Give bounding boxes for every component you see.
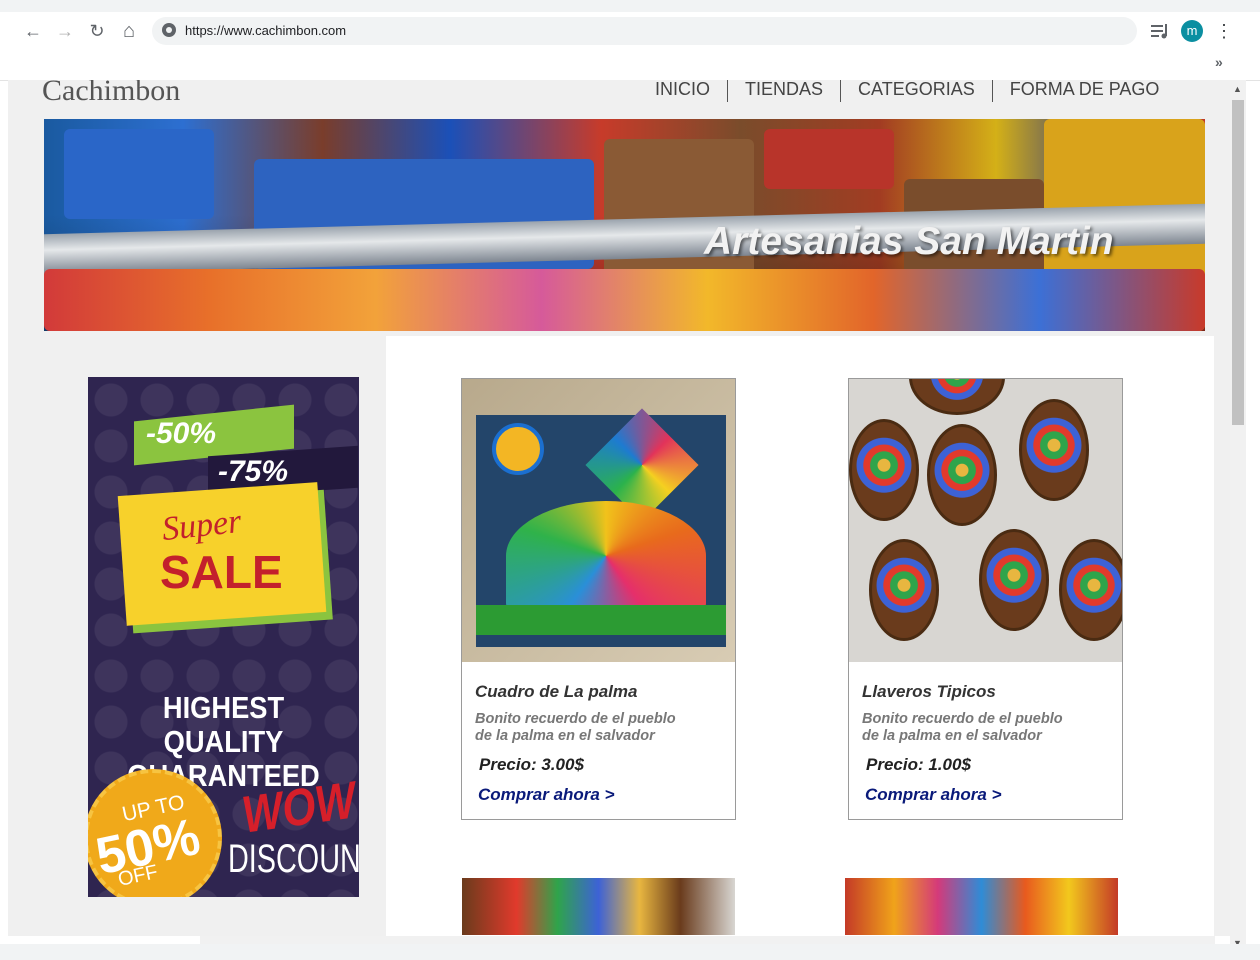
nav-item-inicio[interactable]: INICIO: [638, 80, 729, 102]
product-description: Bonito recuerdo de el pueblo de la palma…: [862, 711, 1063, 744]
product-price: Precio: 1.00$: [866, 755, 971, 774]
scrollbar-thumb[interactable]: [1232, 100, 1244, 425]
nav-item-forma-de-pago[interactable]: FORMA DE PAGO: [993, 80, 1177, 102]
buy-now-link[interactable]: Comprar ahora >: [478, 785, 615, 805]
nav-item-categorias[interactable]: CATEGORIAS: [841, 80, 993, 102]
hero-banner: Artesanias San Martin: [44, 119, 1205, 331]
product-card[interactable]: Cuadro de La palma Bonito recuerdo de el…: [461, 378, 736, 820]
forward-icon[interactable]: →: [52, 18, 78, 44]
ad-discount-text: DISCOUNT: [228, 837, 359, 881]
media-playlist-icon[interactable]: [1149, 20, 1171, 42]
browser-toolbar: ← → ↻ ⌂ https://www.cachimbon.com m ⋮ »: [0, 0, 1260, 81]
product-name[interactable]: Cuadro de La palma: [475, 682, 637, 702]
site-info-icon[interactable]: [162, 23, 176, 37]
product-price: Precio: 3.00$: [479, 755, 584, 774]
window-bottom-edge: [0, 944, 1260, 960]
product-card[interactable]: Llaveros Tipicos Bonito recuerdo de el p…: [848, 378, 1123, 820]
product-image[interactable]: [849, 379, 1122, 662]
site-logo[interactable]: Cachimbon: [42, 80, 180, 108]
browser-menu-icon[interactable]: ⋮: [1215, 20, 1233, 42]
product-grid: Cuadro de La palma Bonito recuerdo de el…: [386, 336, 1214, 936]
tab-strip: [0, 0, 1260, 12]
web-page: Cachimbon INICIO TIENDAS CATEGORIAS FORM…: [8, 80, 1230, 936]
ad-discount-50: -50%: [146, 417, 217, 450]
product-image-partial[interactable]: [845, 878, 1118, 935]
url-text[interactable]: https://www.cachimbon.com: [185, 23, 346, 38]
product-image[interactable]: [462, 379, 735, 662]
back-icon[interactable]: ←: [20, 18, 46, 44]
profile-avatar[interactable]: m: [1181, 20, 1203, 42]
product-image-partial[interactable]: [462, 878, 735, 935]
bookmarks-overflow-icon[interactable]: »: [1215, 54, 1231, 70]
reload-icon[interactable]: ↻: [84, 18, 110, 44]
buy-now-link[interactable]: Comprar ahora >: [865, 785, 1002, 805]
horizontal-scrollbar[interactable]: [200, 936, 1215, 944]
home-icon[interactable]: ⌂: [116, 18, 142, 44]
product-name[interactable]: Llaveros Tipicos: [862, 682, 996, 702]
sale-ad-banner[interactable]: -50% -75% Super SALE HIGHEST QUALITY GUA…: [88, 377, 359, 897]
ad-sale-text: SALE: [160, 546, 283, 598]
hero-title: Artesanias San Martin: [704, 220, 1114, 263]
scroll-up-icon[interactable]: ▲: [1233, 84, 1242, 94]
nav-item-tiendas[interactable]: TIENDAS: [728, 80, 842, 102]
address-bar[interactable]: https://www.cachimbon.com: [152, 17, 1137, 45]
main-nav: INICIO TIENDAS CATEGORIAS FORMA DE PAGO: [638, 80, 1176, 102]
product-description: Bonito recuerdo de el pueblo de la palma…: [475, 711, 676, 744]
